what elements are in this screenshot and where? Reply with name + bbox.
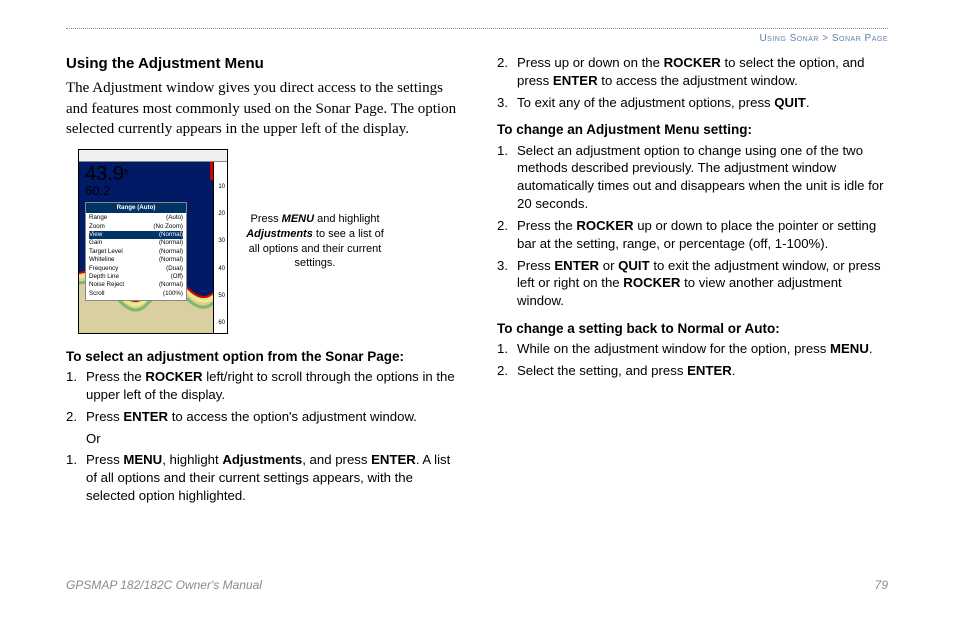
list-item: 2.Press up or down on the ROCKER to sele… — [517, 54, 888, 90]
footer-title: GPSMAP 182/182C Owner's Manual — [66, 578, 262, 592]
select-list-a: 1.Press the ROCKER left/right to scroll … — [66, 368, 457, 425]
list-item: 2.Press ENTER to access the option's adj… — [86, 408, 457, 426]
list-item: 1.Select an adjustment option to change … — [517, 142, 888, 213]
subheading-reset: To change a setting back to Normal or Au… — [497, 320, 888, 338]
left-column: Using the Adjustment Menu The Adjustment… — [66, 54, 457, 509]
page-footer: GPSMAP 182/182C Owner's Manual 79 — [66, 578, 888, 592]
menu-title: Range (Auto) — [86, 203, 186, 213]
breadcrumb-sep: > — [819, 33, 832, 44]
list-item: 1.Press the ROCKER left/right to scroll … — [86, 368, 457, 404]
list-item: 2.Select the setting, and press ENTER. — [517, 362, 888, 380]
adjustments-menu: Range (Auto) Range(Auto) Zoom(No Zoom) V… — [85, 202, 187, 301]
depth-scale: 10 20 30 40 50 60 — [213, 162, 227, 333]
right-column: 2.Press up or down on the ROCKER to sele… — [497, 54, 888, 509]
page-number: 79 — [875, 578, 888, 592]
list-item: 1.Press MENU, highlight Adjustments, and… — [86, 451, 457, 504]
intro-paragraph: The Adjustment window gives you direct a… — [66, 78, 457, 139]
header-rule — [66, 28, 888, 29]
figure-block: 43.9ft 60.2 Range (Auto) Range(Aut — [78, 149, 457, 334]
breadcrumb: Using Sonar > Sonar Page — [66, 33, 888, 44]
list-item: 2.Press the ROCKER up or down to place t… — [517, 217, 888, 253]
figure-caption: Press MENU and highlight Adjustments to … — [240, 212, 390, 271]
or-separator: Or — [66, 430, 457, 448]
depth-readout: 43.9ft 60.2 — [85, 164, 128, 197]
depth-small: 60.2 — [85, 184, 128, 197]
section-heading: Using the Adjustment Menu — [66, 54, 457, 74]
list-item: 3.To exit any of the adjustment options,… — [517, 94, 888, 112]
depth-unit: ft — [124, 169, 128, 176]
select-list-continued: 2.Press up or down on the ROCKER to sele… — [497, 54, 888, 111]
list-item: 3.Press ENTER or QUIT to exit the adjust… — [517, 257, 888, 310]
list-item: 1.While on the adjustment window for the… — [517, 340, 888, 358]
subheading-select: To select an adjustment option from the … — [66, 348, 457, 366]
depth-big: 43.9 — [85, 163, 124, 185]
select-list-b: 1.Press MENU, highlight Adjustments, and… — [66, 451, 457, 504]
breadcrumb-section: Using Sonar — [759, 33, 819, 44]
reset-list: 1.While on the adjustment window for the… — [497, 340, 888, 380]
sonar-screenshot: 43.9ft 60.2 Range (Auto) Range(Aut — [78, 149, 228, 334]
change-list: 1.Select an adjustment option to change … — [497, 142, 888, 310]
subheading-change: To change an Adjustment Menu setting: — [497, 121, 888, 139]
breadcrumb-page: Sonar Page — [832, 33, 888, 44]
